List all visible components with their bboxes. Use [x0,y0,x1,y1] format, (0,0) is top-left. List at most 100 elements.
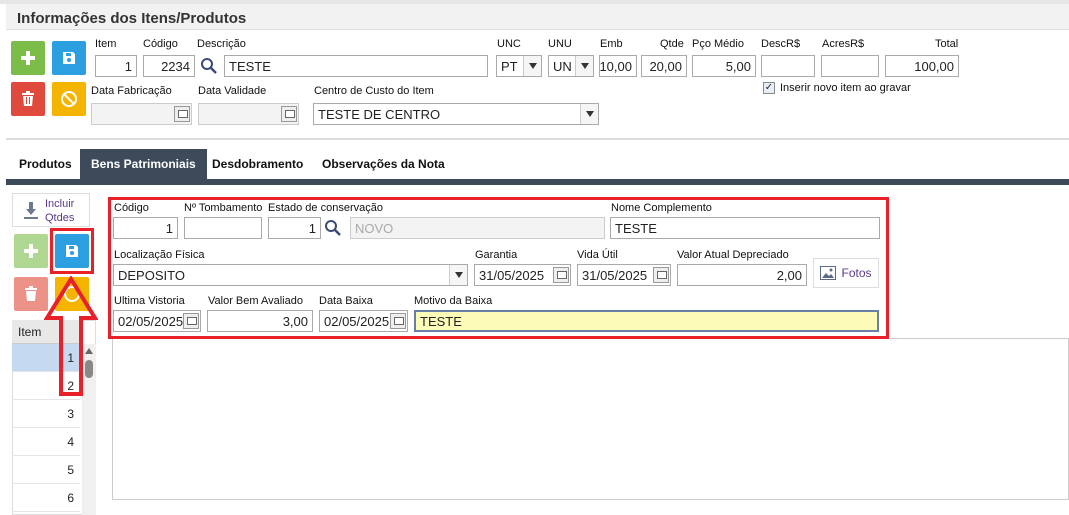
bens-grid-area [112,338,1069,500]
codigo-field[interactable]: 2234 [143,55,195,77]
fotos-button[interactable]: Fotos [813,258,879,288]
tab-bens-patrimoniais[interactable]: Bens Patrimoniais [80,149,207,179]
garantia-value: 31/05/2025 [479,267,545,283]
calendar-icon[interactable] [281,106,297,122]
cancel-item-button[interactable] [52,82,86,116]
bem-codigo-field[interactable]: 1 [113,217,178,239]
chevron-down-icon [523,56,541,76]
nome-complemento-field[interactable]: TESTE [610,217,880,239]
desc-label: DescR$ [761,38,801,50]
section-title: Informações dos Itens/Produtos [17,10,247,27]
chevron-down-icon [449,265,467,285]
vida-util-label: Vida Útil [577,249,618,261]
fotos-label: Fotos [841,266,872,280]
unu-label: UNU [548,38,572,50]
divider [6,138,1069,140]
incluir-qtdes-label: Incluir Qtdes [45,198,75,224]
image-icon [820,266,837,280]
table-row[interactable]: 4 [12,428,80,456]
garantia-field[interactable]: 31/05/2025 [474,264,571,286]
garantia-label: Garantia [475,249,518,261]
valor-bem-field[interactable]: 3,00 [207,310,313,332]
cancel-icon [61,91,77,107]
total-field[interactable]: 100,00 [885,55,959,77]
data-fabricacao-label: Data Fabricação [91,85,172,97]
item-field[interactable]: 1 [95,55,137,77]
unu-value: UN [553,58,572,74]
inserir-novo-label: Inserir novo item ao gravar [780,82,911,94]
descricao-field[interactable]: TESTE [224,55,488,77]
table-row[interactable]: 5 [12,456,80,484]
unc-value: PT [501,58,518,74]
acres-label: AcresR$ [822,38,865,50]
data-validade-field[interactable] [198,103,299,125]
save-item-button[interactable] [52,41,86,75]
add-bem-button[interactable] [14,234,48,268]
table-row[interactable]: 6 [12,484,80,512]
tab-underline [6,179,1069,185]
plus-icon [21,51,35,65]
tab-observacoes[interactable]: Observações da Nota [311,149,456,179]
save-highlight-box [50,228,94,274]
tab-produtos[interactable]: Produtos [8,149,83,179]
tab-desdobramento[interactable]: Desdobramento [201,149,314,179]
centro-custo-select[interactable]: TESTE DE CENTRO [313,103,599,125]
pco-medio-label: Pço Médio [692,38,744,50]
calendar-icon[interactable] [553,267,569,283]
qtde-field[interactable]: 20,00 [641,55,687,77]
valor-bem-label: Valor Bem Avaliado [208,295,303,307]
search-product-icon[interactable] [200,57,220,77]
data-baixa-field[interactable]: 02/05/2025 [319,310,408,332]
vida-util-value: 31/05/2025 [582,267,648,283]
add-item-button[interactable] [11,41,45,75]
desc-field[interactable] [761,55,815,77]
motivo-baixa-field[interactable]: TESTE [414,310,879,332]
pco-medio-field[interactable]: 5,00 [692,55,756,77]
data-fabricacao-field[interactable] [91,103,192,125]
plus-icon [24,244,38,258]
delete-item-button[interactable] [11,82,45,116]
incluir-qtdes-button[interactable]: Incluir Qtdes [12,193,90,227]
calendar-icon[interactable] [174,106,190,122]
item-label: Item [95,38,117,50]
descricao-label: Descrição [197,38,246,50]
delete-bem-button[interactable] [14,277,48,311]
data-baixa-label: Data Baixa [319,295,373,307]
valor-atual-label: Valor Atual Depreciado [677,249,789,261]
motivo-baixa-label: Motivo da Baixa [414,295,493,307]
estado-label: Estado de conservação [268,202,383,214]
calendar-icon[interactable] [653,267,669,283]
chevron-down-icon [575,56,593,76]
ultima-vistoria-field[interactable]: 02/05/2025 [113,310,201,332]
estado-codigo-field[interactable]: 1 [268,217,321,239]
unc-select[interactable]: PT [496,55,542,77]
nome-complemento-label: Nome Complemento [611,202,712,214]
localizacao-select[interactable]: DEPOSITO [113,264,468,286]
acres-field[interactable] [821,55,879,77]
total-label: Total [935,38,959,50]
data-baixa-value: 02/05/2025 [324,313,390,329]
trash-icon [22,91,34,106]
data-validade-label: Data Validade [198,85,267,97]
calendar-icon[interactable] [390,313,406,329]
emb-label: Emb [600,38,623,50]
arrow-up-annotation [44,276,98,396]
vida-util-field[interactable]: 31/05/2025 [577,264,671,286]
table-row[interactable]: 3 [12,400,80,428]
emb-field[interactable]: 10,00 [599,55,637,77]
unu-select[interactable]: UN [548,55,594,77]
qtde-label: Qtde [660,38,684,50]
chevron-down-icon [580,104,598,124]
save-icon [63,52,75,64]
ultima-vistoria-label: Ultima Vistoria [114,295,185,307]
trash-icon [25,286,37,301]
inserir-novo-checkbox[interactable]: ✓ [763,82,775,94]
tombamento-field[interactable] [184,217,262,239]
download-icon [24,202,38,219]
calendar-icon[interactable] [183,313,199,329]
tombamento-label: Nº Tombamento [184,202,263,214]
search-estado-icon[interactable] [324,219,344,239]
unc-label: UNC [497,38,521,50]
valor-atual-field[interactable]: 2,00 [677,264,807,286]
localizacao-label: Localização Física [114,249,205,261]
